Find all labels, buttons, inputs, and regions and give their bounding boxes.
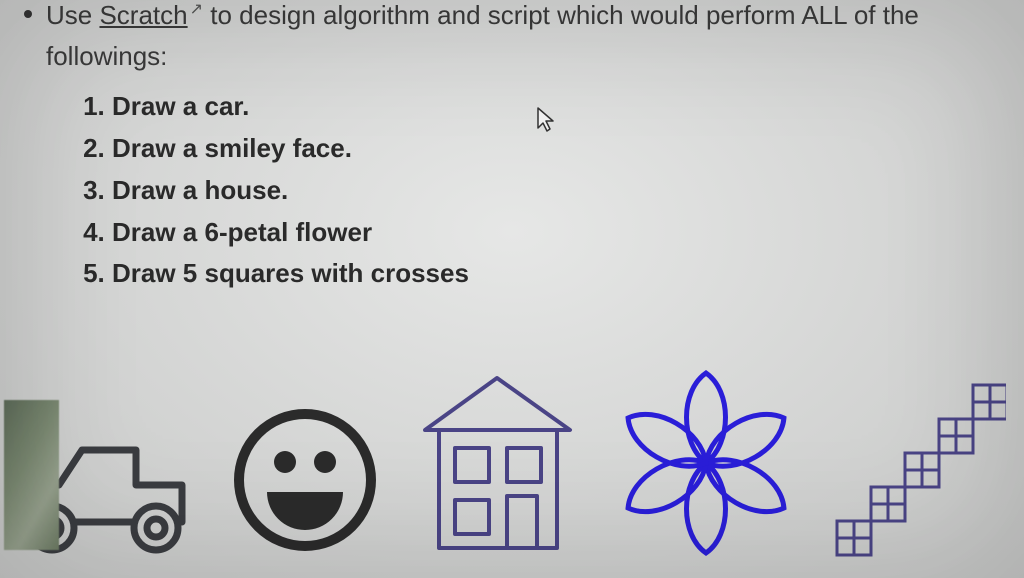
car-illustration (4, 390, 194, 560)
intro-prefix: Use (46, 0, 99, 30)
house-icon (415, 360, 580, 560)
list-item: Draw a smiley face. (112, 132, 1000, 166)
house-illustration (415, 360, 580, 560)
intro-bullet: Use Scratch↗ to design algorithm and scr… (24, 0, 1000, 74)
illustrations-row (0, 360, 1024, 560)
list-item: Draw 5 squares with crosses (112, 257, 1000, 291)
list-item: Draw a 6-petal flower (112, 216, 1000, 250)
car-background-image (4, 400, 59, 550)
flower-illustration (611, 365, 801, 560)
steps-list: Draw a car. Draw a smiley face. Draw a h… (84, 90, 1000, 291)
scratch-link-text: Scratch (99, 0, 187, 30)
list-item: Draw a house. (112, 174, 1000, 208)
list-item: Draw a car. (112, 90, 1000, 124)
intro-suffix: to design algorithm and script which wou… (203, 0, 919, 30)
bullet-icon (24, 10, 32, 18)
intro-followings: followings: (46, 39, 919, 74)
squares-illustration (831, 375, 1006, 560)
squares-with-crosses-icon (831, 375, 1006, 560)
intro-text: Use Scratch↗ to design algorithm and scr… (46, 0, 919, 74)
flower-icon (611, 365, 801, 560)
smiley-icon (225, 400, 385, 560)
page: Use Scratch↗ to design algorithm and scr… (0, 0, 1024, 578)
smiley-illustration (225, 400, 385, 560)
scratch-link[interactable]: Scratch↗ (99, 0, 203, 30)
